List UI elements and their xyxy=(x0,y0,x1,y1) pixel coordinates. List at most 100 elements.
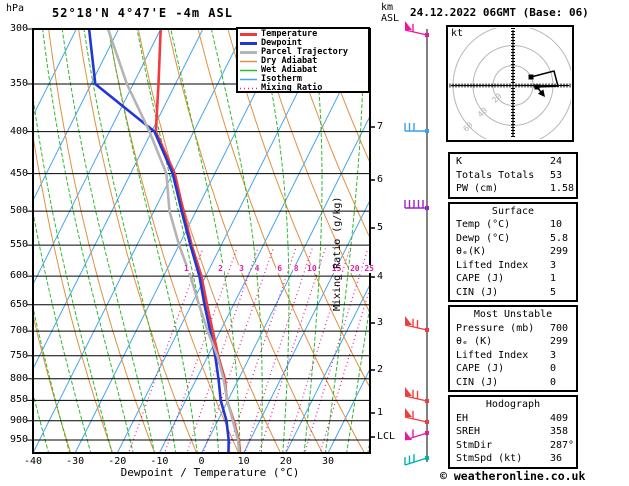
stat-label: EH xyxy=(456,412,469,424)
stat-value: 0 xyxy=(550,376,557,388)
stat-value: 5.8 xyxy=(550,232,569,244)
stat-value: 287° xyxy=(550,439,575,451)
stat-label: θₑ(K) xyxy=(456,246,487,257)
stat-label: Dewp (°C) xyxy=(456,232,511,244)
km-tick-label: 3 xyxy=(377,317,384,328)
stat-value: 10 xyxy=(550,219,563,230)
hodograph-unit-label: kt xyxy=(451,28,464,39)
stat-value: 5 xyxy=(550,286,557,298)
most-unstable-row: Lifted Index 3 xyxy=(450,349,576,363)
indices-box: K 24 Totals Totals 53 PW (cm) 1.58 xyxy=(448,152,578,199)
stat-label: K xyxy=(456,156,463,167)
hodograph: 204060 xyxy=(446,25,574,142)
pressure-tick-label: 950 xyxy=(9,434,28,446)
hodograph-stats-box: Hodograph EH 409 SREH 358 StmDir 287° StmSpd (k… xyxy=(448,395,578,469)
most-unstable-row: CAPE (J) 0 xyxy=(450,362,576,376)
stat-value: 53 xyxy=(550,169,563,181)
most-unstable-row: Pressure (mb) 700 xyxy=(450,322,576,336)
stat-value: 0 xyxy=(550,363,557,374)
wind-barb xyxy=(404,387,429,403)
hodograph-stats-title: Hodograph xyxy=(485,399,541,410)
surface-row: Lifted Index 3 xyxy=(450,259,576,273)
mixing-ratio-value-label: 8 xyxy=(292,264,300,273)
stat-label: PW (cm) xyxy=(456,183,499,194)
mixing-ratio-value-label: 3 xyxy=(238,264,245,273)
stat-label: StmDir xyxy=(456,439,493,451)
stat-label: CAPE (J) xyxy=(456,363,505,374)
chart-legend: Temperature Dewpoint Parcel Trajectory Dry … xyxy=(236,27,370,93)
mixing-ratio-value-label: 6 xyxy=(276,264,284,273)
stat-label: CIN (J) xyxy=(456,376,499,388)
most-unstable-box: Most Unstable Pressure (mb) 700 θₑ (K) 299 Li… xyxy=(448,305,578,392)
hodograph-stats-row: StmDir 287° xyxy=(450,439,576,453)
pressure-tick-label: 500 xyxy=(9,205,28,217)
pressure-tick-label: 450 xyxy=(9,167,28,179)
wind-barb xyxy=(404,21,429,37)
mixing-ratio-value-label: 2 xyxy=(217,264,224,273)
mixing-ratio-value-label: 4 xyxy=(253,264,261,273)
most-unstable-row: CIN (J) 0 xyxy=(450,376,576,390)
legend-line-swatch xyxy=(240,69,257,72)
pressure-tick-label: 700 xyxy=(9,325,28,337)
mixing-ratio-axis-title: Mixing Ratio (g/kg) xyxy=(332,196,343,311)
legend-label: Mixing Ratio xyxy=(261,83,323,93)
pressure-tick-label: 600 xyxy=(9,270,28,282)
mixing-ratio-value-label: 10 xyxy=(306,264,318,273)
surface-row: CIN (J) 5 xyxy=(450,286,576,300)
stat-value: 358 xyxy=(550,426,569,437)
legend-row: Mixing Ratio xyxy=(240,84,368,93)
stat-label: Temp (°C) xyxy=(456,219,511,230)
surface-row: θₑ(K) 299 xyxy=(450,245,576,259)
stat-value: 3 xyxy=(550,349,557,361)
stat-value: 700 xyxy=(550,322,569,334)
legend-line-swatch xyxy=(240,78,257,81)
stat-label: Lifted Index xyxy=(456,259,529,271)
copyright-watermark: © weatheronline.co.uk xyxy=(440,469,586,483)
pressure-tick-label: 350 xyxy=(9,77,28,89)
pressure-tick-label: 300 xyxy=(9,23,28,34)
mixing-ratio-value-label: 20 xyxy=(348,264,361,273)
stat-label: θₑ (K) xyxy=(456,336,493,347)
wind-barb xyxy=(404,316,429,332)
stat-label: Pressure (mb) xyxy=(456,322,535,334)
indices-row: PW (cm) 1.58 xyxy=(450,182,576,196)
mixing-ratio-value-label: 25 xyxy=(363,264,375,273)
station-title: 52°18'N 4°47'E -4m ASL xyxy=(52,6,233,20)
stat-value: 1.58 xyxy=(550,183,575,194)
km-tick-label: 5 xyxy=(377,222,384,233)
pressure-tick-label: 650 xyxy=(9,298,28,310)
temp-tick-label: -30 xyxy=(66,456,85,467)
stat-value: 36 xyxy=(550,453,563,464)
legend-line-swatch xyxy=(240,60,257,63)
pressure-tick-label: 800 xyxy=(9,372,28,384)
surface-row: CAPE (J) 1 xyxy=(450,272,576,286)
stat-value: 3 xyxy=(550,259,557,271)
surface-title: Surface xyxy=(491,205,535,217)
stat-label: CAPE (J) xyxy=(456,273,505,284)
sounding-stats-panel: K 24 Totals Totals 53 PW (cm) 1.58 Surface Temp… xyxy=(448,152,578,472)
legend-line-swatch xyxy=(240,42,257,45)
pressure-tick-label: 900 xyxy=(9,414,28,426)
legend-line-swatch xyxy=(240,33,257,36)
stat-value: 299 xyxy=(550,336,569,347)
legend-row: Wet Adiabat xyxy=(240,66,368,75)
stat-label: StmSpd (kt) xyxy=(456,453,523,464)
wind-barb xyxy=(404,123,429,133)
stat-value: 299 xyxy=(550,246,569,257)
surface-row: Dewp (°C) 5.8 xyxy=(450,232,576,246)
mixing-ratio-value-label: 1 xyxy=(183,264,190,273)
skewt-sounding-page: 20 40 60 hPa 52°18'N 4°47'E -4m ASL km ASL… xyxy=(0,0,629,486)
legend-line-swatch xyxy=(240,87,257,90)
km-tick-label: 7 xyxy=(377,121,384,132)
stat-label: Lifted Index xyxy=(456,349,529,361)
pressure-tick-label: 400 xyxy=(9,125,28,137)
stat-value: 24 xyxy=(550,156,563,167)
km-tick-label: 6 xyxy=(377,174,384,185)
most-unstable-title: Most Unstable xyxy=(473,309,553,320)
temp-tick-label: -40 xyxy=(23,456,43,467)
wind-barb xyxy=(404,454,429,466)
legend-line-swatch xyxy=(240,51,257,54)
stat-value: 409 xyxy=(550,412,569,424)
pressure-axis-unit: hPa xyxy=(6,3,25,14)
km-tick-label: 2 xyxy=(377,364,384,375)
